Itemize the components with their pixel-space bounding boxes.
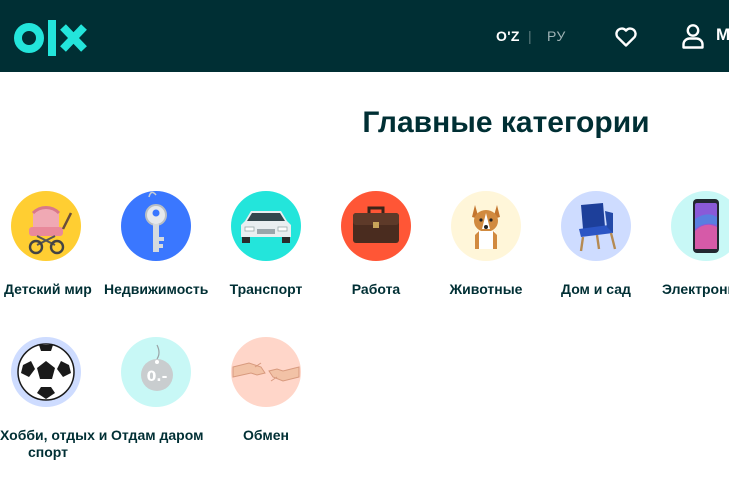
- baby-stroller-icon: [11, 191, 81, 261]
- svg-text:0.-: 0.-: [147, 369, 168, 385]
- category-label: Электроника: [662, 281, 729, 297]
- dog-icon: [451, 191, 521, 261]
- language-separator: |: [528, 28, 532, 44]
- category-label-line: Хобби, отдых и: [0, 427, 108, 443]
- language-ru-link[interactable]: РУ: [547, 28, 566, 44]
- category-label: Животные: [449, 281, 523, 297]
- car-icon: [231, 191, 301, 261]
- category-label: Работа: [351, 281, 401, 297]
- page-title: Главные категории: [362, 106, 650, 139]
- olx-logo-icon[interactable]: [14, 18, 88, 58]
- category-label: Недвижимость: [104, 281, 209, 297]
- category-label: Транспорт: [229, 281, 303, 297]
- price-tag-icon: 0.-: [121, 337, 191, 407]
- category-label-line: спорт: [27, 444, 69, 460]
- category-label: Отдам даром: [111, 427, 204, 443]
- profile-link-label[interactable]: М: [716, 25, 729, 45]
- top-navigation-bar: O'Z | РУ М: [0, 0, 729, 72]
- smartphone-icon: [671, 191, 729, 261]
- armchair-icon: [561, 191, 631, 261]
- handshake-icon: [231, 337, 301, 407]
- category-label: Дом и сад: [561, 281, 631, 297]
- key-icon: [121, 191, 191, 261]
- category-label: Обмен: [243, 427, 289, 443]
- category-label: Хобби, отдых и спорт: [0, 427, 108, 461]
- heart-icon[interactable]: [614, 25, 638, 49]
- soccer-ball-icon: [11, 337, 81, 407]
- language-uz-link[interactable]: O'Z: [496, 28, 520, 44]
- user-icon[interactable]: [681, 23, 705, 49]
- briefcase-icon: [341, 191, 411, 261]
- category-label: Детский мир: [4, 281, 92, 297]
